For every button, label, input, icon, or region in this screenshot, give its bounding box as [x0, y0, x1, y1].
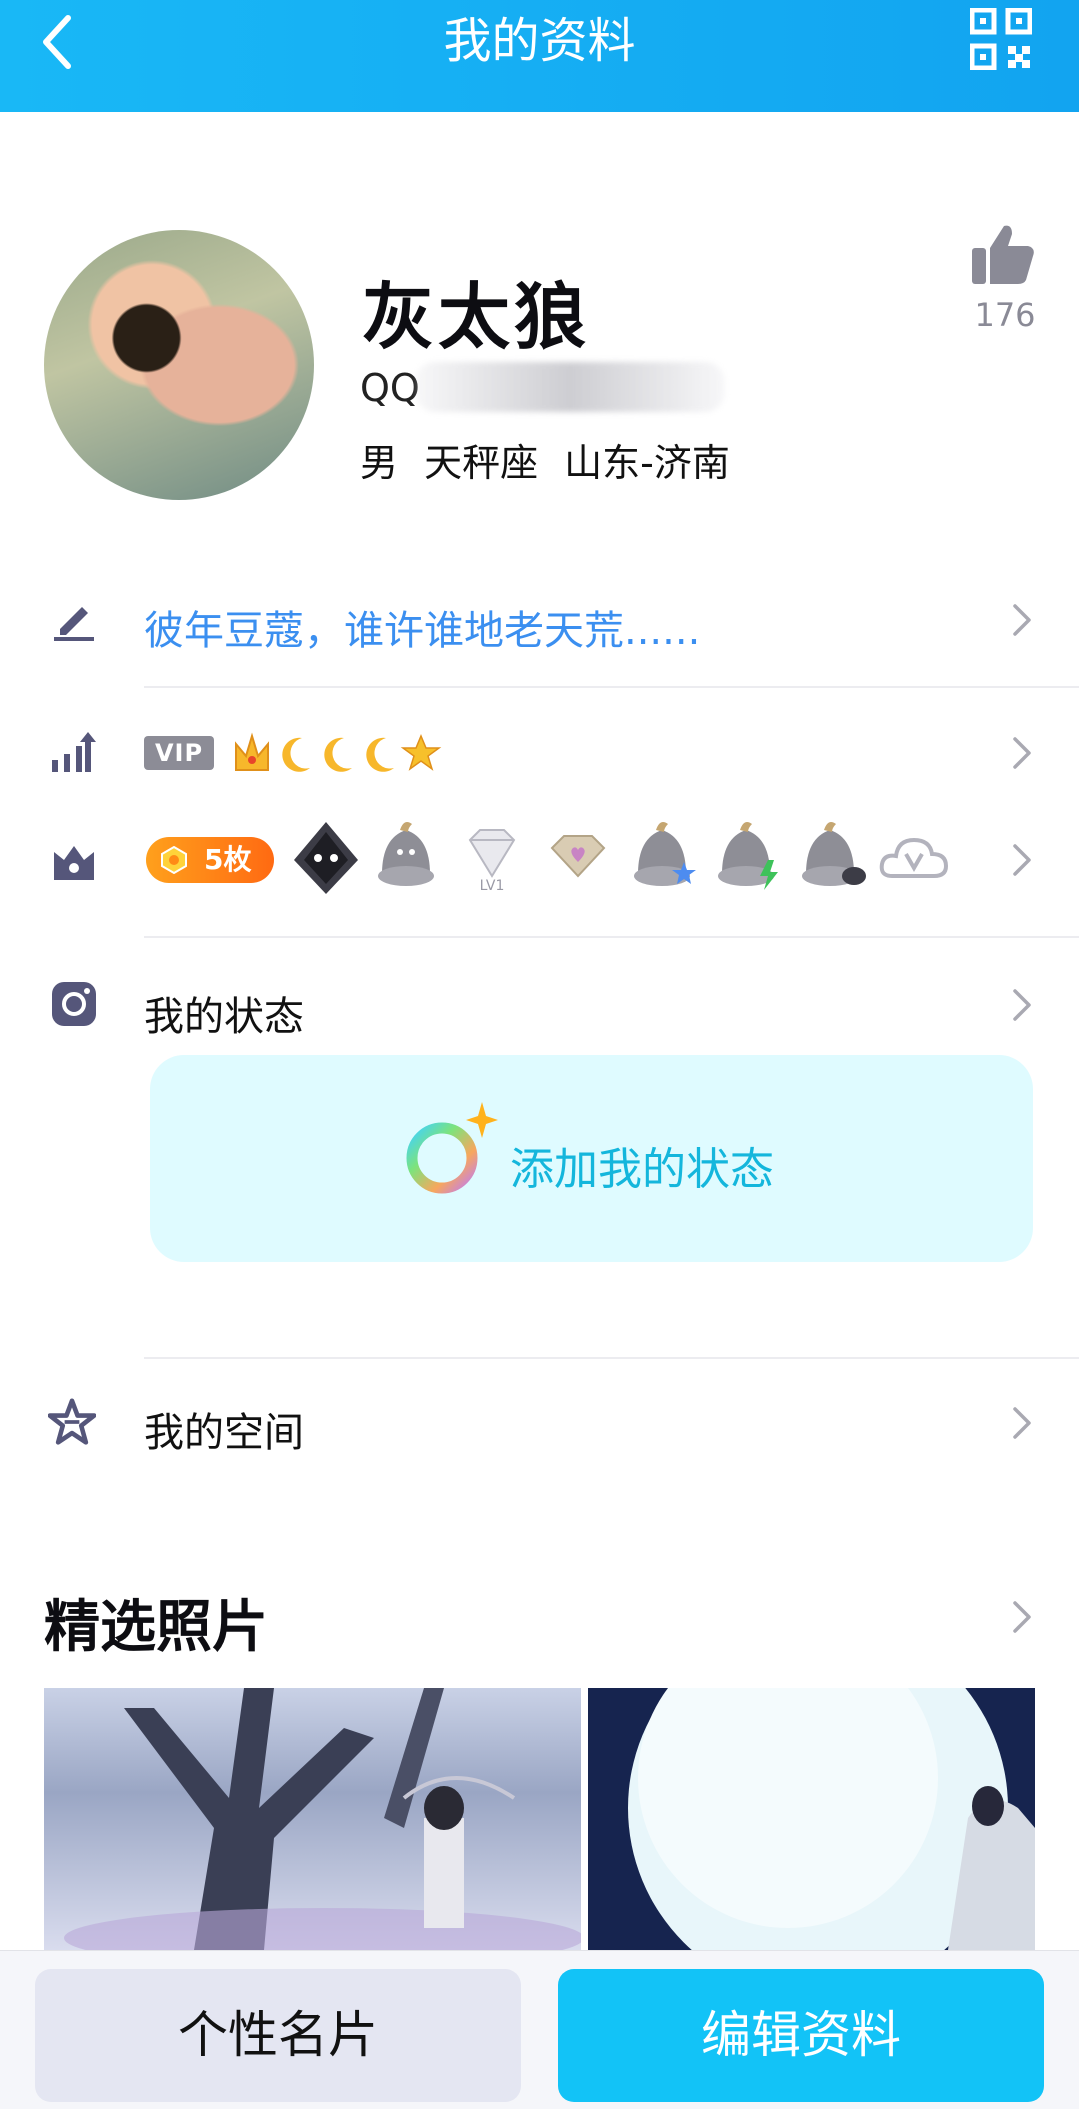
divider [144, 936, 1079, 938]
edit-profile-button[interactable]: 编辑资料 [558, 1969, 1044, 2102]
page-title: 我的资料 [443, 13, 636, 69]
medal-box-icon [54, 846, 94, 880]
chevron-right-icon[interactable] [1011, 842, 1033, 878]
chevron-right-icon[interactable] [1011, 987, 1033, 1023]
thumbs-up-icon[interactable] [970, 222, 1036, 288]
qq-label: QQ [360, 366, 420, 410]
photo-thumbnail[interactable] [44, 1688, 581, 1950]
star-space-icon [48, 1398, 96, 1445]
qr-code-icon[interactable] [970, 8, 1032, 70]
moon-icon [366, 737, 394, 772]
space-label[interactable]: 我的空间 [144, 1400, 304, 1458]
signature-text[interactable]: 彼年豆蔻，谁许谁地老天荒...... [144, 598, 700, 656]
moon-image [588, 1688, 1035, 1950]
penguin-bubble-icon [802, 822, 866, 886]
crown-icon [235, 732, 269, 771]
diamond-heart-icon [550, 835, 606, 878]
profile-card-button[interactable]: 个性名片 [35, 1969, 521, 2102]
photos-title[interactable]: 精选照片 [44, 1582, 268, 1663]
photo-thumbnail[interactable] [588, 1688, 1035, 1950]
status-label[interactable]: 我的状态 [144, 984, 304, 1042]
penguin-shield-icon [294, 822, 358, 894]
medal-count-badge[interactable]: 5枚 [146, 837, 274, 883]
chevron-left-icon[interactable] [30, 12, 90, 72]
diamond-lv1-icon: LV1 [468, 829, 516, 894]
profile-info: 男 天秤座 山东-济南 [360, 441, 730, 485]
snow-tree-image [64, 1688, 581, 1950]
medal-icon [161, 846, 187, 874]
edit-pen-icon [54, 607, 94, 641]
medal-list[interactable]: LV1 [290, 818, 960, 898]
chevron-right-icon[interactable] [1011, 1405, 1033, 1441]
chevron-right-icon[interactable] [1011, 1599, 1033, 1635]
avatar[interactable] [44, 230, 314, 500]
moon-icon [282, 737, 310, 772]
chevron-right-icon[interactable] [1011, 602, 1033, 638]
like-count: 176 [974, 296, 1036, 334]
vip-badge: VIP [144, 736, 214, 770]
add-status-label: 添加我的状态 [510, 1144, 774, 1195]
camera-icon [52, 982, 96, 1026]
qq-number-redacted [415, 362, 725, 412]
star-icon [400, 734, 442, 771]
chevron-right-icon[interactable] [1011, 735, 1033, 771]
divider [144, 1357, 1079, 1359]
divider [144, 686, 1079, 688]
moon-icon [324, 737, 352, 772]
level-chart-icon [52, 732, 96, 772]
lv1-label: LV1 [480, 878, 505, 894]
medal-count: 5枚 [204, 843, 252, 876]
penguin-star-icon [634, 822, 696, 886]
penguin-lightning-icon [718, 822, 778, 890]
nickname: 灰太狼 [362, 275, 591, 359]
cloud-v-icon [879, 837, 949, 878]
add-status-icon [406, 1102, 498, 1194]
level-badges [235, 732, 442, 772]
penguin-icon [378, 822, 434, 886]
